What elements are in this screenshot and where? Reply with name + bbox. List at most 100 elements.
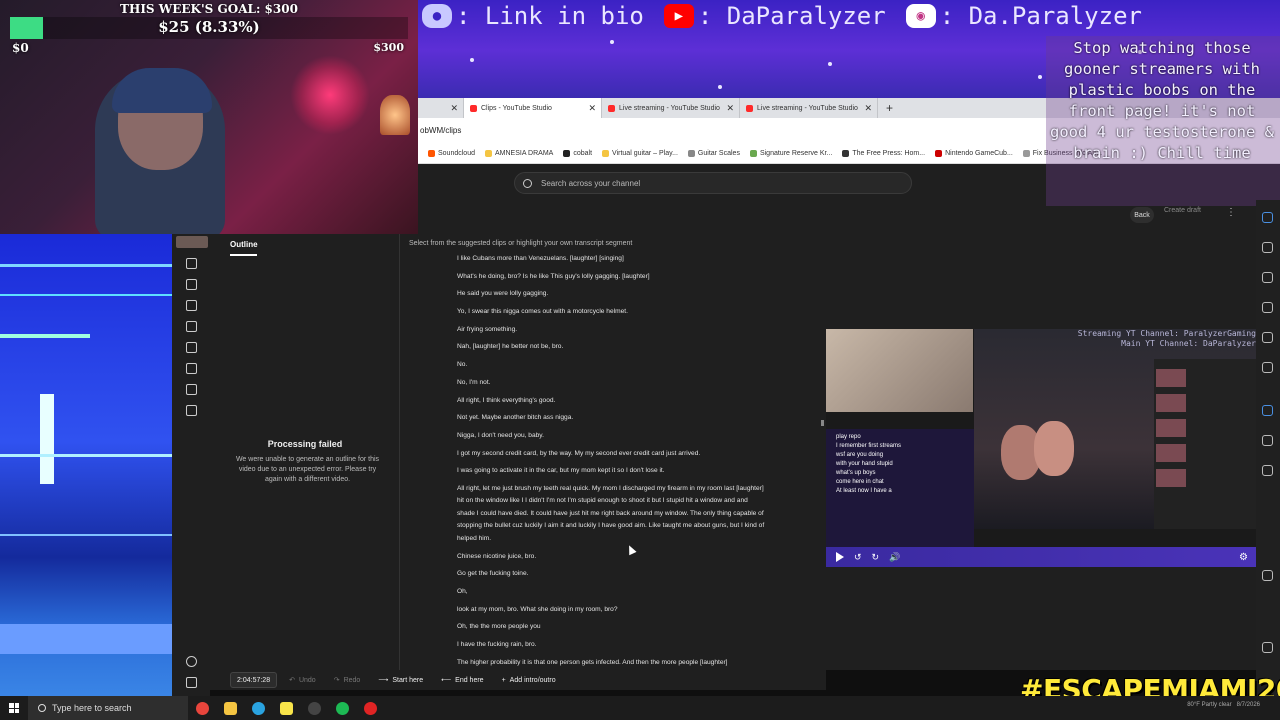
analytics-icon[interactable] bbox=[186, 300, 197, 311]
redo-button[interactable]: ↷ Redo bbox=[328, 672, 367, 688]
forward-icon[interactable]: ↻ bbox=[872, 552, 880, 563]
back-button[interactable]: Back bbox=[1130, 207, 1154, 223]
neon-light bbox=[290, 55, 370, 135]
banner-youtube: : DaParalyzer bbox=[697, 2, 886, 30]
outline-panel: Outline Processing failed We were unable… bbox=[210, 234, 400, 670]
sidebar-icon[interactable] bbox=[1262, 405, 1273, 416]
sidebar-icon[interactable] bbox=[1262, 212, 1273, 223]
subtitles-icon[interactable] bbox=[186, 363, 197, 374]
transcript-line[interactable]: What's he doing, bro? Is he like This gu… bbox=[457, 271, 767, 284]
transcript-line[interactable]: I have the fucking rain, bro. bbox=[457, 639, 767, 652]
scrollbar[interactable] bbox=[821, 420, 824, 426]
tab-live-1[interactable]: Live streaming - YouTube Studio ✕ bbox=[602, 98, 740, 118]
spotify-icon[interactable] bbox=[328, 696, 356, 720]
obs-icon[interactable] bbox=[300, 696, 328, 720]
search-icon bbox=[38, 704, 46, 712]
bookmark[interactable]: The Free Press: Hom... bbox=[842, 150, 925, 157]
rewind-icon[interactable]: ↺ bbox=[854, 552, 862, 563]
search-placeholder: Search across your channel bbox=[541, 178, 641, 188]
start-here-button[interactable]: ⟶ Start here bbox=[372, 672, 429, 688]
avatar[interactable] bbox=[176, 236, 208, 248]
tab-outline[interactable]: Outline bbox=[230, 240, 258, 249]
sidebar-icon[interactable] bbox=[1262, 435, 1273, 446]
streamer-hat bbox=[112, 68, 212, 113]
transcript-line[interactable]: The higher probability it is that one pe… bbox=[457, 657, 767, 670]
transcript-line[interactable]: Oh, the the more people you bbox=[457, 621, 767, 634]
tab-live-2[interactable]: Live streaming - YouTube Studio ✕ bbox=[740, 98, 878, 118]
transcript-line[interactable]: Yo, I swear this nigga comes out with a … bbox=[457, 306, 767, 319]
comments-icon[interactable] bbox=[186, 342, 197, 353]
settings-icon[interactable]: ⚙ bbox=[1239, 552, 1248, 563]
bookmark[interactable]: cobalt bbox=[563, 150, 592, 157]
edit-icon[interactable] bbox=[186, 258, 197, 269]
feedback-icon[interactable] bbox=[186, 677, 197, 688]
gamepad-icon[interactable] bbox=[1262, 332, 1273, 343]
volume-icon[interactable]: 🔊 bbox=[889, 552, 900, 563]
processing-failed-title: Processing failed bbox=[267, 439, 343, 449]
close-icon[interactable]: ✕ bbox=[588, 103, 596, 114]
bookmark[interactable]: Guitar Scales bbox=[687, 150, 740, 157]
transcript-line[interactable]: I got my second credit card, by the way.… bbox=[457, 448, 767, 461]
settings-icon[interactable] bbox=[186, 656, 197, 667]
undo-button[interactable]: ↶ Undo bbox=[283, 672, 322, 688]
channel-search[interactable]: Search across your channel bbox=[514, 172, 912, 194]
add-icon[interactable] bbox=[1262, 570, 1273, 581]
sidebar-icon[interactable] bbox=[1262, 302, 1273, 313]
close-icon[interactable]: ✕ bbox=[864, 103, 872, 114]
transcript-line[interactable]: All right, I think everything's good. bbox=[457, 395, 767, 408]
scissors-icon[interactable] bbox=[186, 405, 197, 416]
video-player[interactable]: play repo I remember first streams wsf a… bbox=[826, 329, 1256, 567]
transcript-line[interactable]: Not yet. Maybe another bitch ass nigga. bbox=[457, 412, 767, 425]
transcript-line[interactable]: I like Cubans more than Venezuelans. [la… bbox=[457, 253, 767, 266]
transcript-line[interactable]: All right, let me just brush my teeth re… bbox=[457, 483, 767, 546]
transcript-line[interactable]: I was going to activate it in the car, b… bbox=[457, 465, 767, 478]
sticky-notes-icon[interactable] bbox=[272, 696, 300, 720]
transcript-line[interactable]: No. bbox=[457, 359, 767, 372]
bookmark[interactable]: Nintendo GameCub... bbox=[935, 150, 1013, 157]
sidebar-icon[interactable] bbox=[1262, 362, 1273, 373]
create-draft-button[interactable]: Create draft bbox=[1164, 207, 1201, 214]
more-icon[interactable]: ⋮ bbox=[1226, 207, 1236, 218]
banner-discord: : Link in bio bbox=[456, 2, 644, 30]
tab-placeholder[interactable]: ✕ bbox=[418, 98, 464, 118]
content-icon[interactable] bbox=[186, 321, 197, 332]
transcript-line[interactable]: Air frying something. bbox=[457, 324, 767, 337]
play-icon[interactable] bbox=[836, 552, 844, 562]
timestamp-input[interactable]: 2:04:57:28 bbox=[230, 672, 278, 688]
new-tab-icon[interactable]: + bbox=[886, 101, 893, 115]
transcript-line[interactable]: Oh, bbox=[457, 586, 767, 599]
close-icon[interactable]: ✕ bbox=[450, 103, 458, 114]
transcript-line[interactable]: Chinese nicotine juice, bro. bbox=[457, 551, 767, 564]
sidebar-icon[interactable] bbox=[1262, 242, 1273, 253]
transcript-line[interactable]: look at my mom, bro. What she doing in m… bbox=[457, 604, 767, 617]
end-here-button[interactable]: ⟵ End here bbox=[435, 672, 489, 688]
bookmark[interactable]: AMNESIA DRAMA bbox=[484, 150, 553, 157]
transcript-line[interactable]: Go get the fucking toine. bbox=[457, 568, 767, 581]
app-icon[interactable] bbox=[356, 696, 384, 720]
close-icon[interactable]: ✕ bbox=[726, 103, 734, 114]
bookmark[interactable]: Soundcloud bbox=[428, 150, 475, 157]
windows-taskbar: Type here to search 80°F Partly clear 8/… bbox=[0, 696, 1280, 720]
transcript-line[interactable]: Nah, [laughter] he better not be, bro. bbox=[457, 341, 767, 354]
file-explorer-icon[interactable] bbox=[216, 696, 244, 720]
chrome-icon[interactable] bbox=[188, 696, 216, 720]
start-button[interactable] bbox=[0, 696, 28, 720]
transcript-lines: I like Cubans more than Venezuelans. [la… bbox=[457, 253, 767, 670]
telegram-icon[interactable] bbox=[244, 696, 272, 720]
settings-icon[interactable] bbox=[1262, 642, 1273, 653]
transcript-line[interactable]: No, I'm not. bbox=[457, 377, 767, 390]
live-icon[interactable] bbox=[186, 279, 197, 290]
bookmark[interactable]: Virtual guitar – Play... bbox=[602, 150, 678, 157]
sidebar-icon[interactable] bbox=[1262, 465, 1273, 476]
bookmark[interactable]: Signature Reserve Kr... bbox=[749, 150, 832, 157]
tab-label: Clips - YouTube Studio bbox=[481, 104, 552, 112]
add-intro-button[interactable]: + Add intro/outro bbox=[496, 672, 562, 688]
tab-clips[interactable]: Clips - YouTube Studio ✕ bbox=[464, 98, 602, 118]
clips-icon[interactable] bbox=[186, 384, 197, 395]
goal-min: $0 bbox=[12, 41, 29, 55]
lamp bbox=[380, 95, 410, 135]
sidebar-icon[interactable] bbox=[1262, 272, 1273, 283]
transcript-line[interactable]: He said you were lolly gagging. bbox=[457, 288, 767, 301]
taskbar-search[interactable]: Type here to search bbox=[28, 696, 188, 720]
transcript-line[interactable]: Nigga, I don't need you, baby. bbox=[457, 430, 767, 443]
